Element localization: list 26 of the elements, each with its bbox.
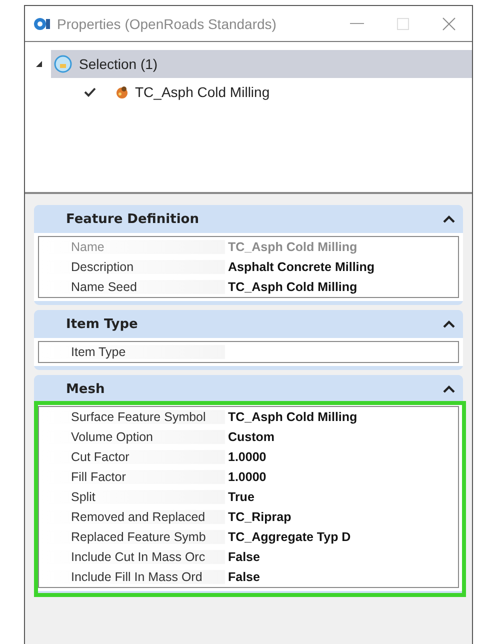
maximize-icon xyxy=(397,18,409,30)
palette-icon xyxy=(115,85,129,99)
property-value[interactable]: False xyxy=(225,570,458,584)
properties-icon xyxy=(33,16,51,30)
section-title: Mesh xyxy=(66,382,106,396)
property-value[interactable]: False xyxy=(225,550,458,564)
window-title: Properties (OpenRoads Standards) xyxy=(57,16,278,32)
property-value[interactable]: TC_Asph Cold Milling xyxy=(225,410,458,424)
property-value[interactable]: Custom xyxy=(225,430,458,444)
property-value[interactable]: Asphalt Concrete Milling xyxy=(225,260,458,274)
close-icon xyxy=(442,16,456,30)
checkbox[interactable] xyxy=(83,85,97,99)
property-value[interactable]: TC_Aggregate Typ D xyxy=(225,530,458,544)
tree-item[interactable]: TC_Asph Cold Milling xyxy=(135,84,270,100)
property-value[interactable]: TC_Riprap xyxy=(225,510,458,524)
section-title: Item Type xyxy=(66,316,139,332)
collapse-chevron-icon[interactable] xyxy=(443,320,455,328)
property-value[interactable]: True xyxy=(225,490,458,504)
selection-node[interactable]: Selection (1) xyxy=(51,50,472,78)
property-value[interactable]: 1.0000 xyxy=(225,450,458,464)
section-title: Feature Definition xyxy=(66,212,200,226)
property-value[interactable]: TC_Asph Cold Milling xyxy=(225,280,458,294)
collapse-chevron-icon[interactable] xyxy=(443,385,455,393)
property-value[interactable]: 1.0000 xyxy=(225,470,458,484)
collapse-chevron-icon[interactable] xyxy=(443,215,455,223)
minimize-icon xyxy=(350,22,364,24)
